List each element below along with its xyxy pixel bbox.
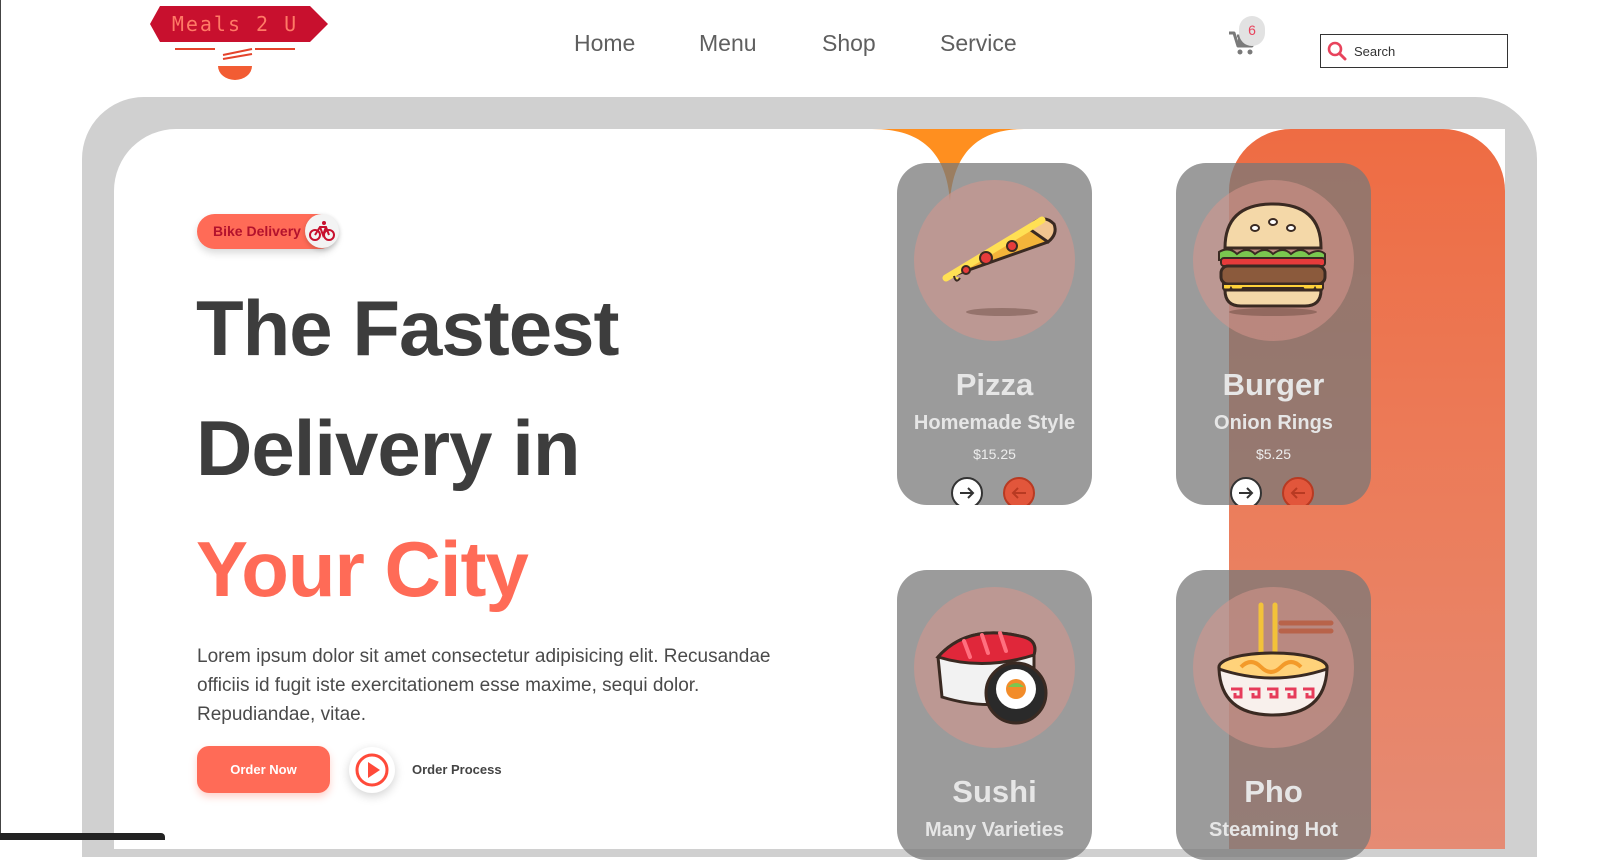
sushi-icon [935, 631, 1048, 725]
bike-icon [309, 221, 335, 241]
food-subtitle: Onion Rings [1214, 412, 1333, 434]
pho-bowl-icon [1217, 602, 1334, 717]
prev-arrow-button[interactable] [1282, 477, 1314, 505]
order-process-label[interactable]: Order Process [412, 762, 502, 777]
food-name: Sushi [952, 774, 1037, 809]
play-icon [355, 753, 389, 787]
search-input[interactable] [1354, 41, 1499, 61]
burger-icon [1218, 202, 1327, 316]
hero-title-line-3: Your City [196, 525, 529, 613]
food-name: Pho [1244, 774, 1303, 809]
hero-title-line-2: Delivery in [196, 404, 581, 492]
prev-arrow-button[interactable] [1003, 477, 1035, 505]
nav-shop[interactable]: Shop [822, 30, 876, 57]
hero-description: Lorem ipsum dolor sit amet consectetur a… [197, 646, 771, 725]
svg-text:Meals 2 U: Meals 2 U [172, 12, 298, 36]
nav-menu[interactable]: Menu [699, 30, 757, 57]
hero-title-line-1: The Fastest [196, 284, 619, 372]
search-box[interactable] [1320, 34, 1508, 68]
delivery-badge-label: Bike Delivery [213, 223, 301, 239]
food-subtitle: Steaming Hot [1209, 819, 1338, 841]
food-price: $15.25 [973, 446, 1016, 462]
search-icon [1327, 41, 1347, 61]
next-arrow-button[interactable] [1230, 477, 1262, 505]
next-arrow-button[interactable] [951, 477, 983, 505]
food-subtitle: Homemade Style [913, 412, 1076, 434]
food-price: $5.25 [1255, 446, 1292, 462]
food-card-burger[interactable]: Burger Onion Rings $5.25 [1176, 163, 1371, 505]
cart-count-badge: 6 [1239, 16, 1265, 46]
nav-home[interactable]: Home [574, 30, 635, 57]
brand-logo[interactable]: Meals 2 U [140, 4, 330, 84]
arrow-left-icon [1290, 487, 1305, 499]
food-card-sushi[interactable]: Sushi Many Varieties [897, 570, 1092, 860]
food-card-pizza[interactable]: Pizza Homemade Style $15.25 [897, 163, 1092, 505]
arrow-left-icon [1011, 487, 1026, 499]
play-button[interactable] [349, 747, 395, 793]
order-now-button[interactable]: Order Now [197, 746, 330, 793]
food-name: Burger [1222, 367, 1325, 402]
nav-service[interactable]: Service [940, 30, 1017, 57]
window-edge [0, 0, 1, 840]
browser-status-bar [0, 833, 165, 840]
food-subtitle: Many Varieties [925, 819, 1064, 841]
arrow-right-icon [1239, 487, 1254, 499]
food-name: Pizza [955, 367, 1034, 402]
bike-icon-circle [305, 214, 339, 248]
food-card-pho[interactable]: Pho Steaming Hot [1176, 570, 1371, 860]
pizza-icon [942, 216, 1057, 316]
arrow-right-icon [960, 487, 975, 499]
